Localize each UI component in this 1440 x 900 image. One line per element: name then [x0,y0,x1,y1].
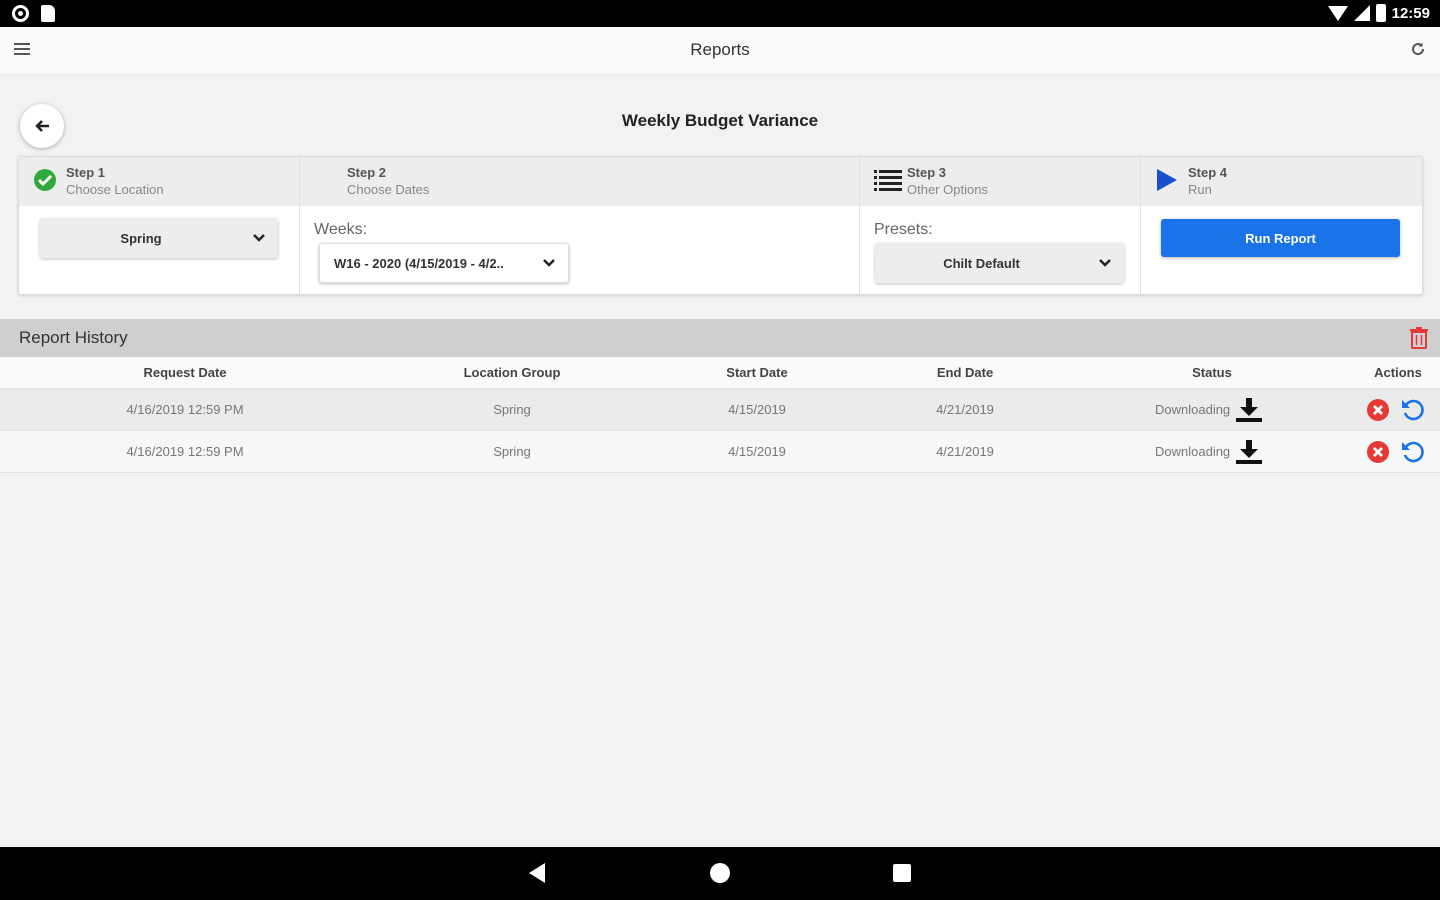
nav-home-icon[interactable] [710,863,730,883]
step-4-header: Step 4 Run [1141,157,1422,206]
end-date-cell: 4/21/2019 [936,402,994,417]
column-header: Request Date [143,365,227,380]
battery-icon [1375,4,1386,22]
run-report-button[interactable]: Run Report [1161,219,1400,257]
status-text: Downloading [1155,444,1231,459]
start-date-cell: 4/15/2019 [728,402,786,417]
play-icon [1157,169,1177,191]
chevron-down-icon [253,234,265,242]
list-icon [874,170,902,191]
location-select[interactable]: Spring [40,218,278,258]
download-icon[interactable] [1236,439,1263,464]
cancel-icon[interactable] [1366,398,1390,422]
request-date-cell: 4/16/2019 12:59 PM [126,402,244,417]
download-icon[interactable] [1236,397,1263,422]
step-description: Run [1188,182,1212,197]
weeks-select[interactable]: W16 - 2020 (4/15/2019 - 4/2.. [319,243,569,283]
presets-select-value: Chilt Default [943,255,1020,271]
globe-check-icon [34,169,56,191]
request-date-cell: 4/16/2019 12:59 PM [126,444,244,459]
report-steps-panel: Step 1 Choose Location Spring Step 2 Cho… [18,156,1423,295]
settings-notification-icon [12,5,29,22]
status-cell: Downloading [1155,389,1295,430]
app-bar: Reports [0,27,1440,73]
app-title: Reports [690,40,750,59]
weeks-label: Weeks: [314,221,368,238]
step-number: Step 4 [1188,165,1228,180]
step-number: Step 3 [907,165,947,180]
actions-cell [1366,389,1430,430]
table-header-row: Request Date Location Group Start Date E… [0,357,1440,389]
step-3: Step 3 Other Options Presets: Chilt Defa… [860,157,1141,294]
column-header: Start Date [726,365,788,380]
step-description: Choose Dates [347,182,430,197]
nav-back-icon[interactable] [529,863,545,883]
sd-card-icon [41,5,55,22]
column-header: End Date [936,365,994,380]
system-status-bar: 12:59 [0,0,1440,27]
trash-icon[interactable] [1410,327,1428,349]
end-date-cell: 4/21/2019 [936,444,994,459]
actions-cell [1366,431,1430,472]
report-title: Weekly Budget Variance [621,111,819,130]
clock: 12:59 [1391,4,1430,22]
report-history-header: Report History [0,319,1440,357]
status-cell: Downloading [1155,431,1295,472]
weeks-select-value: W16 - 2020 (4/15/2019 - 4/2.. [334,255,504,271]
table-row: 4/16/2019 12:59 PM Spring 4/15/2019 4/21… [0,431,1440,473]
report-history-table: Request Date Location Group Start Date E… [0,357,1440,473]
step-2-header: Step 2 Choose Dates [300,157,859,206]
step-number: Step 1 [66,165,106,180]
step-number: Step 2 [347,165,387,180]
location-select-value: Spring [120,230,162,246]
refresh-icon[interactable] [1410,41,1426,57]
nav-recents-icon[interactable] [893,864,911,882]
presets-select[interactable]: Chilt Default [875,243,1124,283]
presets-label: Presets: [874,221,933,238]
step-1-header: Step 1 Choose Location [19,157,299,206]
retry-icon[interactable] [1400,397,1426,423]
step-3-header: Step 3 Other Options [860,157,1140,206]
cancel-icon[interactable] [1366,440,1390,464]
table-row: 4/16/2019 12:59 PM Spring 4/15/2019 4/21… [0,389,1440,431]
chevron-down-icon [1099,259,1111,267]
report-history-title: Report History [19,328,128,347]
system-navigation-bar [0,847,1440,900]
chevron-down-icon [543,259,555,267]
step-1: Step 1 Choose Location Spring [19,157,300,294]
column-header: Status [1192,365,1232,380]
retry-icon[interactable] [1400,439,1426,465]
start-date-cell: 4/15/2019 [728,444,786,459]
column-header: Actions [1374,365,1422,380]
cell-signal-icon [1353,5,1370,21]
step-description: Other Options [907,182,988,197]
location-group-cell: Spring [493,402,531,417]
wifi-icon [1327,5,1348,21]
step-2: Step 2 Choose Dates Weeks: W16 - 2020 (4… [300,157,860,294]
location-group-cell: Spring [493,444,531,459]
step-4: Step 4 Run Run Report [1141,157,1422,294]
column-header: Location Group [463,365,561,380]
step-description: Choose Location [66,182,164,197]
status-text: Downloading [1155,402,1231,417]
